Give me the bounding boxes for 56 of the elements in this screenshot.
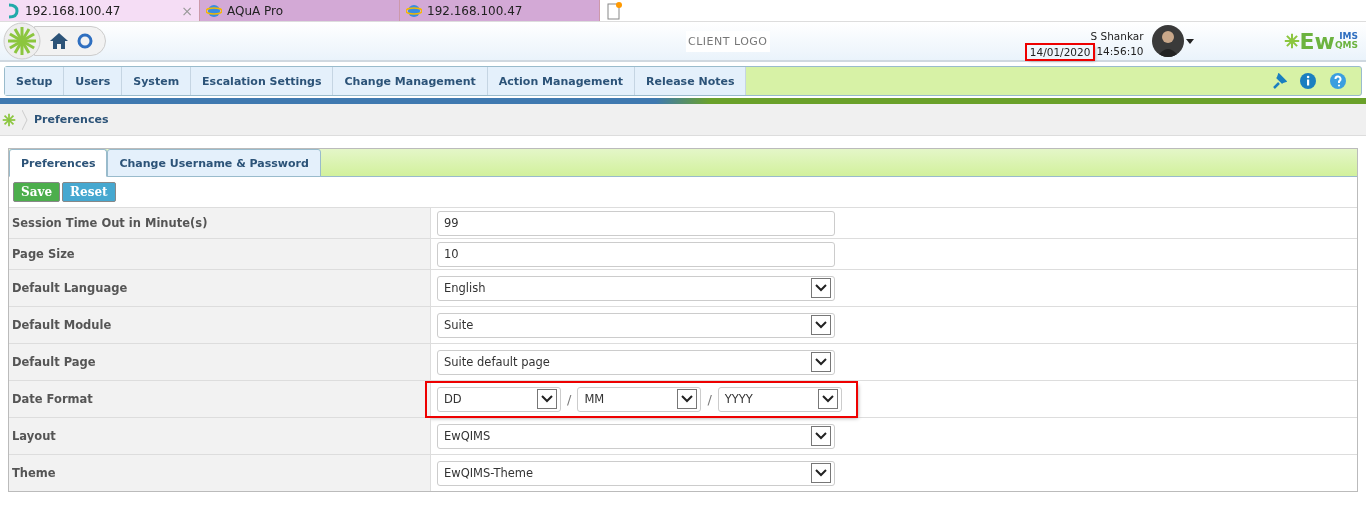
user-name: S Shankar: [1090, 29, 1144, 42]
dropdown-field[interactable]: Suite: [437, 312, 835, 338]
input-field[interactable]: 99: [437, 210, 835, 236]
help-icon[interactable]: [1329, 72, 1347, 90]
browser-tab[interactable]: 192.168.100.47: [400, 0, 600, 21]
tab[interactable]: Preferences: [9, 149, 108, 177]
dropdown-field[interactable]: DD: [437, 386, 561, 412]
client-logo: CLIENT LOGO: [686, 30, 770, 52]
browser-tab[interactable]: 192.168.100.47 ×: [0, 0, 200, 21]
dropdown-caret[interactable]: [811, 315, 831, 335]
separator-text: /: [707, 391, 712, 407]
tab[interactable]: Change Username & Password: [107, 149, 321, 177]
asterisk-logo-icon: [2, 112, 16, 127]
field-label: Theme: [9, 455, 431, 491]
dropdown-caret[interactable]: [537, 389, 557, 409]
dropdown-field[interactable]: MM: [577, 386, 702, 412]
dropdown-field[interactable]: English: [437, 275, 835, 301]
field-label: Default Language: [9, 270, 431, 306]
caret-icon[interactable]: [1185, 38, 1194, 44]
home-icon[interactable]: [49, 32, 69, 50]
input-field[interactable]: 10: [437, 241, 835, 267]
asterisk-logo-icon: [1283, 33, 1300, 49]
field-label: Page Size: [9, 239, 431, 269]
info-icon[interactable]: [1299, 72, 1317, 90]
dropdown-field[interactable]: Suite default page: [437, 349, 835, 375]
dropdown-caret[interactable]: [811, 426, 831, 446]
browser-tab[interactable]: AQuA Pro: [200, 0, 400, 21]
menu-item[interactable]: Escalation Settings: [191, 67, 334, 95]
dropdown-field[interactable]: EwQIMS: [437, 423, 835, 449]
chevron-icon: [22, 109, 28, 130]
menu-item[interactable]: Users: [64, 67, 123, 95]
menu-item[interactable]: System: [122, 67, 192, 95]
dropdown-caret[interactable]: [811, 463, 831, 483]
dropdown-caret[interactable]: [811, 278, 831, 298]
menu-item[interactable]: Release Notes: [635, 67, 747, 95]
dropdown-caret[interactable]: [811, 352, 831, 372]
app-logo-icon: [6, 2, 20, 19]
breadcrumb-item[interactable]: Preferences: [34, 113, 109, 126]
field-label: Default Page: [9, 344, 431, 380]
field-label: Default Module: [9, 307, 431, 343]
dropdown-caret[interactable]: [817, 389, 838, 409]
user-avatar[interactable]: [1151, 25, 1184, 57]
dropdown-field[interactable]: YYYY: [717, 386, 842, 412]
dropdown-field[interactable]: EwQIMS-Theme: [437, 460, 835, 486]
login-date: 14/01/2020: [1026, 44, 1094, 59]
menu-item[interactable]: Setup: [5, 67, 65, 95]
browser-globe-icon: [406, 2, 422, 19]
dropdown-caret[interactable]: [677, 389, 698, 409]
field-label: Session Time Out in Minute(s): [9, 208, 431, 238]
separator-text: /: [567, 391, 572, 407]
field-label: Date Format: [9, 381, 431, 417]
menu-item[interactable]: Change Management: [333, 67, 488, 95]
menu-item[interactable]: Action Management: [487, 67, 636, 95]
browser-globe-icon: [206, 2, 222, 19]
field-label: Layout: [9, 418, 431, 454]
login-time: 14:56:10: [1096, 44, 1144, 59]
